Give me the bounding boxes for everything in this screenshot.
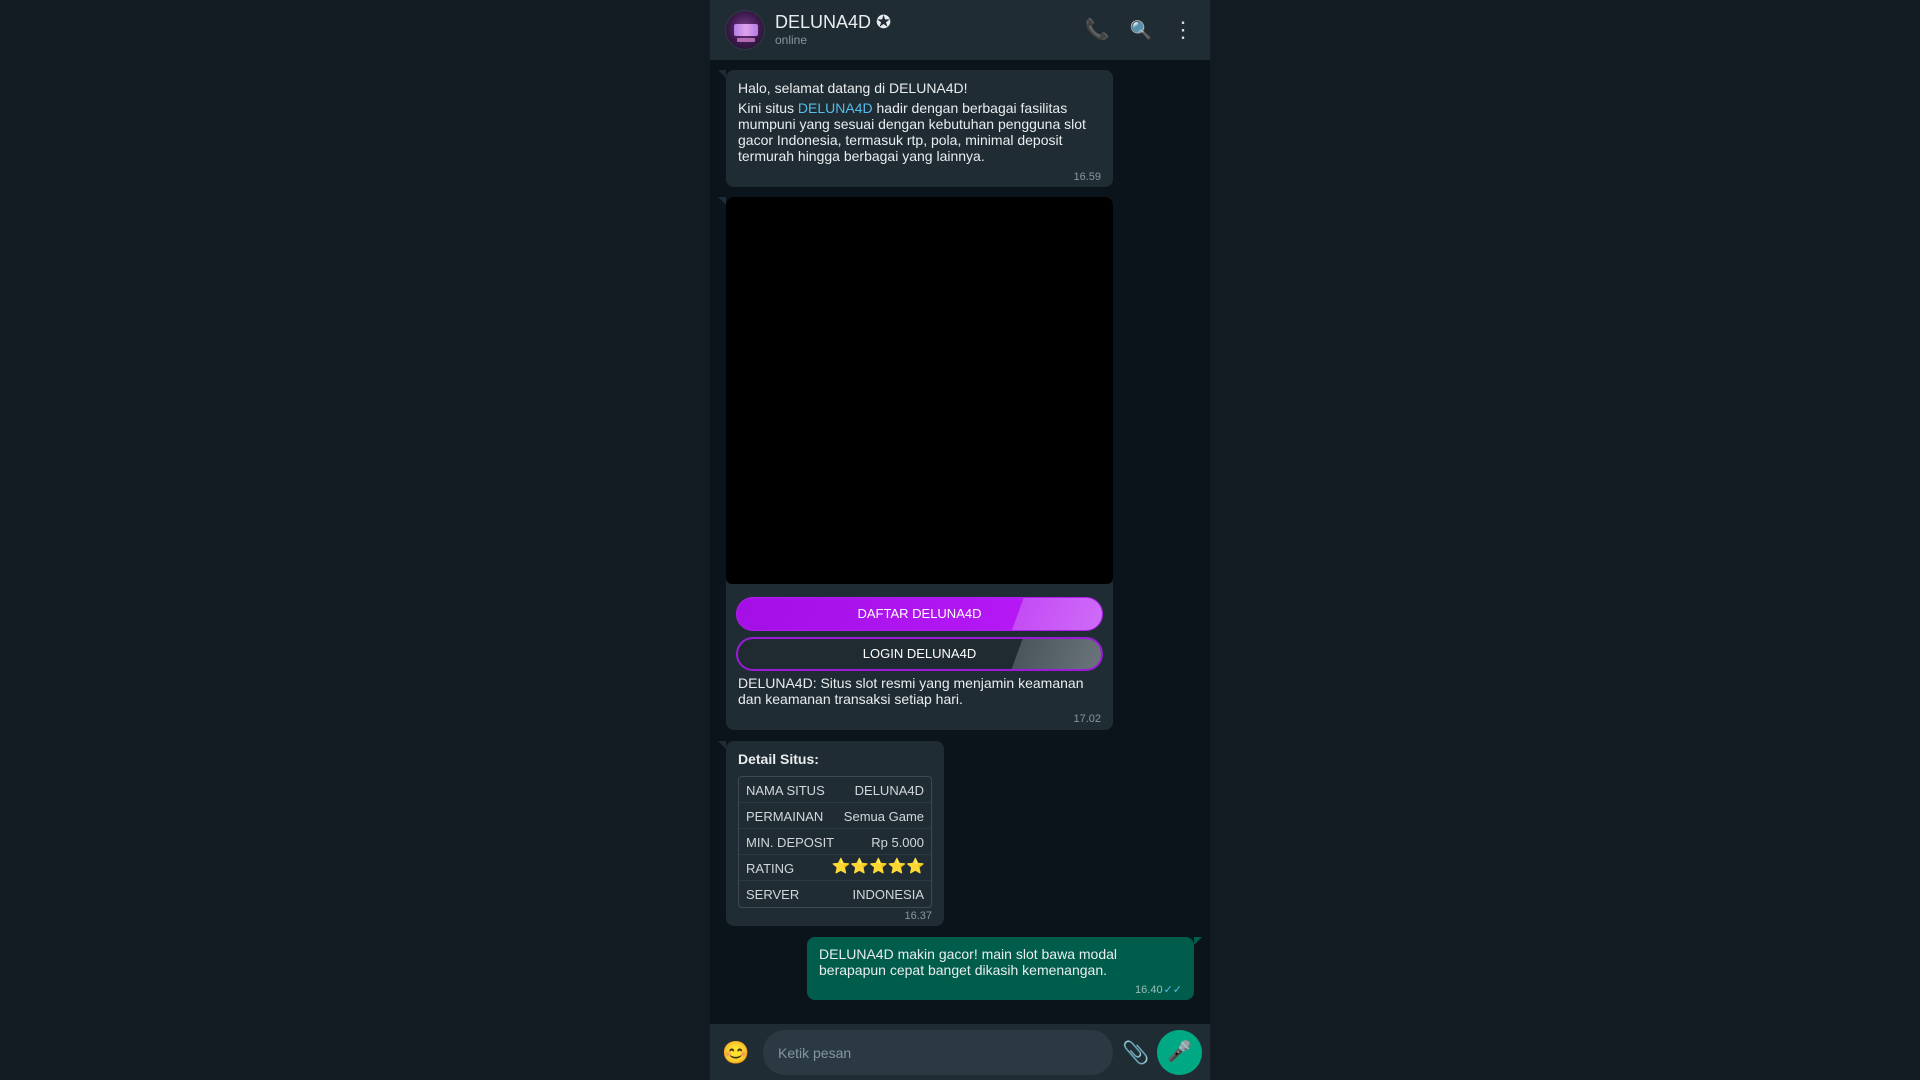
message-input[interactable] bbox=[763, 1030, 1113, 1075]
message-welcome: Halo, selamat datang di DELUNA4D! Kini s… bbox=[718, 70, 1113, 187]
message-time: 17.02 bbox=[1073, 713, 1101, 725]
table-row: RATING ⭐⭐⭐⭐⭐ bbox=[739, 855, 931, 881]
table-value: Rp 5.000 bbox=[871, 835, 924, 850]
message-outgoing: DELUNA4D makin gacor! main slot bawa mod… bbox=[807, 937, 1202, 1000]
outgoing-text: DELUNA4D makin gacor! main slot bawa mod… bbox=[819, 946, 1118, 978]
video-player[interactable] bbox=[726, 197, 1113, 584]
message-greeting: Halo, selamat datang di DELUNA4D! bbox=[738, 80, 968, 96]
details-table: NAMA SITUS DELUNA4D PERMAINAN Semua Game… bbox=[738, 776, 932, 908]
message-time: 16.40✓✓ bbox=[1135, 982, 1182, 998]
rating-stars-icon: ⭐⭐⭐⭐⭐ bbox=[831, 858, 925, 875]
table-key: PERMAINAN bbox=[746, 809, 824, 824]
read-ticks-icon: ✓✓ bbox=[1163, 984, 1182, 996]
emoji-icon[interactable]: 😊 bbox=[722, 1040, 750, 1066]
verified-badge-icon: ✪ bbox=[876, 12, 892, 32]
table-value: DELUNA4D bbox=[854, 783, 924, 798]
attach-icon[interactable]: 📎 bbox=[1122, 1040, 1150, 1066]
mic-button[interactable]: 🎤 bbox=[1157, 1030, 1202, 1075]
more-options-icon[interactable]: ⋮ bbox=[1170, 17, 1196, 43]
avatar[interactable] bbox=[725, 10, 765, 50]
search-icon[interactable]: 🔍 bbox=[1128, 17, 1154, 43]
message-time: 16.59 bbox=[1073, 171, 1101, 183]
table-row: NAMA SITUS DELUNA4D bbox=[739, 777, 931, 803]
table-row: SERVER INDONESIA bbox=[739, 881, 931, 907]
avatar-logo-underline bbox=[737, 38, 755, 42]
details-title: Detail Situs: bbox=[738, 751, 819, 767]
table-value: Semua Game bbox=[843, 809, 924, 824]
contact-status: online bbox=[775, 33, 808, 47]
table-key: RATING bbox=[746, 861, 795, 876]
table-row: PERMAINAN Semua Game bbox=[739, 803, 931, 829]
chat-header: DELUNA4D ✪ online 📞 🔍 ⋮ bbox=[710, 0, 1210, 60]
message-details: Detail Situs: NAMA SITUS DELUNA4D PERMAI… bbox=[718, 741, 944, 926]
outgoing-time: 16.40 bbox=[1135, 984, 1163, 996]
message-body-prefix: Kini situs bbox=[738, 100, 798, 116]
table-key: NAMA SITUS bbox=[746, 783, 825, 798]
chat-window: DELUNA4D ✪ online 📞 🔍 ⋮ Halo, selamat da… bbox=[710, 0, 1210, 1080]
contact-name[interactable]: DELUNA4D ✪ bbox=[775, 12, 891, 33]
login-button[interactable]: LOGIN DELUNA4D bbox=[736, 637, 1103, 671]
table-key: SERVER bbox=[746, 887, 800, 902]
composer-bar: 😊 📎 🎤 bbox=[710, 1024, 1210, 1080]
table-value: INDONESIA bbox=[852, 887, 924, 902]
mic-icon: 🎤 bbox=[1167, 1041, 1192, 1063]
message-body: Kini situs DELUNA4D hadir dengan berbaga… bbox=[738, 100, 1103, 164]
message-time: 16.37 bbox=[904, 910, 932, 922]
contact-name-text: DELUNA4D bbox=[775, 12, 872, 32]
table-key: MIN. DEPOSIT bbox=[746, 835, 835, 850]
message-promo: DAFTAR DELUNA4D LOGIN DELUNA4D DELUNA4D:… bbox=[718, 197, 1113, 730]
table-row: MIN. DEPOSIT Rp 5.000 bbox=[739, 829, 931, 855]
site-link[interactable]: DELUNA4D bbox=[798, 100, 873, 116]
promo-caption: DELUNA4D: Situs slot resmi yang menjamin… bbox=[738, 675, 1084, 707]
avatar-logo-mark bbox=[734, 24, 758, 36]
phone-icon[interactable]: 📞 bbox=[1084, 17, 1110, 43]
daftar-button[interactable]: DAFTAR DELUNA4D bbox=[736, 597, 1103, 631]
